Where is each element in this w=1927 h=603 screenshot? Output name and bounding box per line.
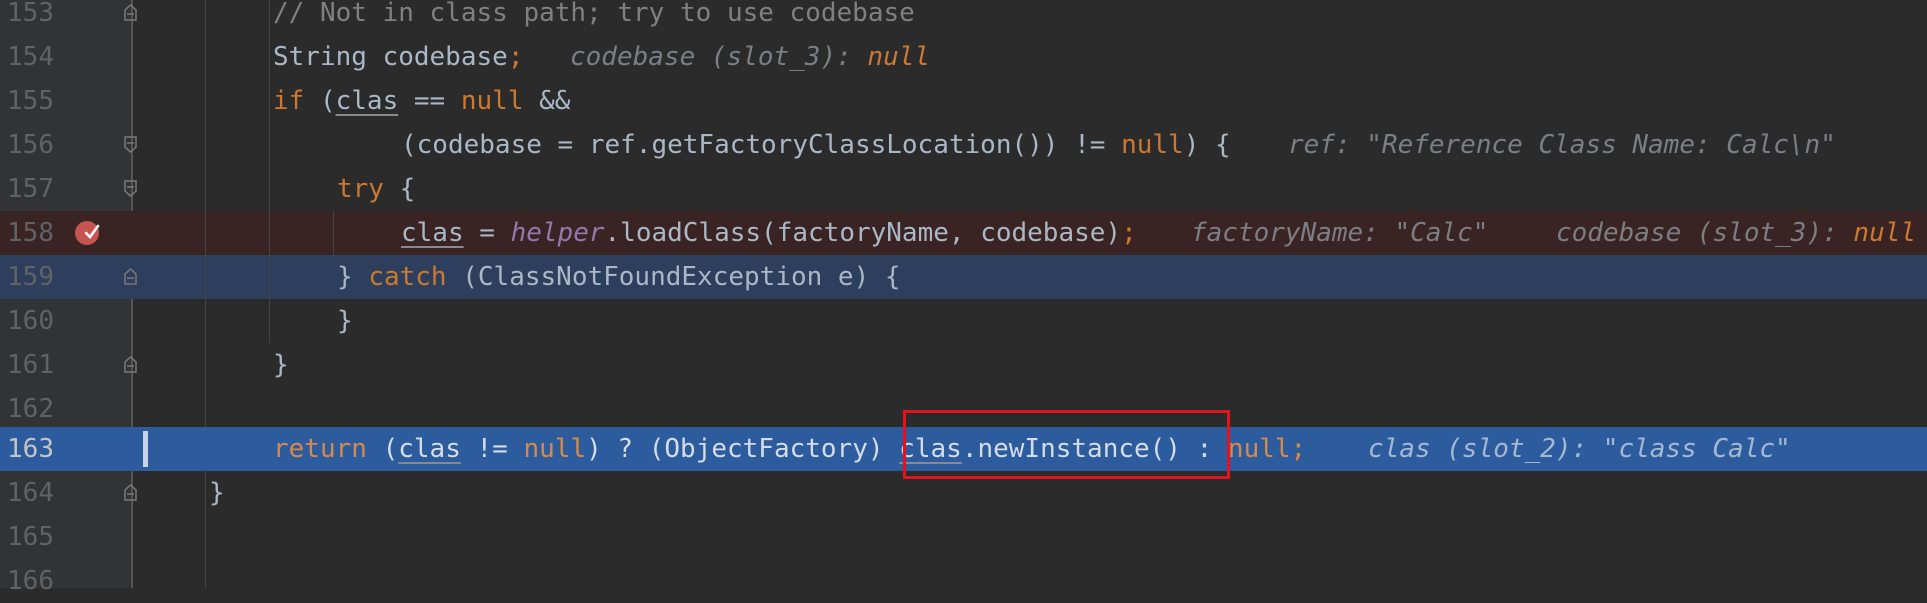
code-text: clas = helper.loadClass(factoryName, cod… [401, 218, 1137, 248]
code-line-154[interactable]: 154 String codebase; codebase (slot_3): … [0, 35, 1927, 79]
code-line-157[interactable]: 157 try { [0, 167, 1927, 211]
inline-debug-value: codebase (slot_3): null [570, 42, 931, 72]
execution-point-marker [143, 431, 148, 467]
code-text: try { [337, 174, 416, 204]
code-line-153[interactable]: 153 // Not in class path; try to use cod… [0, 0, 1927, 35]
code-text: } [209, 478, 225, 508]
line-number: 154 [7, 42, 54, 72]
code-comment: // Not in class path; try to use codebas… [273, 0, 915, 28]
line-number: 159 [7, 262, 54, 292]
code-text: } [273, 350, 289, 380]
code-text: } catch (ClassNotFoundException e) { [337, 262, 901, 292]
fold-marker-icon[interactable] [124, 4, 137, 21]
line-number: 157 [7, 174, 54, 204]
line-number: 160 [7, 306, 54, 336]
line-number: 155 [7, 86, 54, 116]
code-text: } [337, 306, 353, 336]
code-line-166[interactable]: 166 [0, 559, 1927, 603]
indent-guide [205, 0, 206, 427]
code-text: (codebase = ref.getFactoryClassLocation(… [401, 130, 1231, 160]
indent-guide [333, 211, 334, 255]
code-line-155[interactable]: 155 if (clas == null && [0, 79, 1927, 123]
line-number: 158 [7, 218, 54, 248]
line-number: 162 [7, 394, 54, 424]
code-editor[interactable]: 153 // Not in class path; try to use cod… [0, 0, 1927, 596]
line-number: 164 [7, 478, 54, 508]
inline-debug-value: codebase (slot_3): null [1556, 218, 1917, 248]
indent-guide [269, 0, 270, 343]
annotation-highlight-box [903, 410, 1230, 479]
line-number: 163 [7, 434, 54, 464]
fold-marker-icon[interactable] [124, 180, 137, 197]
inline-debug-value: factoryName: "Calc" [1191, 218, 1489, 248]
fold-marker-icon[interactable] [124, 356, 137, 373]
inline-debug-value: ref: "Reference Class Name: Calc\n" [1288, 130, 1836, 160]
code-line-160[interactable]: 160 } [0, 299, 1927, 343]
code-line-165[interactable]: 165 [0, 515, 1927, 559]
fold-marker-icon[interactable] [124, 136, 137, 153]
inline-debug-value: clas (slot_2): "class Calc" [1368, 434, 1791, 464]
indent-guide [205, 471, 206, 588]
code-line-161[interactable]: 161 } [0, 343, 1927, 387]
line-number: 156 [7, 130, 54, 160]
fold-marker-icon[interactable] [124, 484, 137, 501]
code-line-159[interactable]: 159 } catch (ClassNotFoundException e) { [0, 255, 1927, 299]
line-number: 161 [7, 350, 54, 380]
code-text: String codebase; [273, 42, 524, 72]
line-number: 165 [7, 522, 54, 552]
code-text: if (clas == null && [273, 86, 571, 116]
line-number: 166 [7, 566, 54, 596]
breakpoint-verified-icon[interactable] [74, 220, 100, 246]
code-line-156[interactable]: 156 (codebase = ref.getFactoryClassLocat… [0, 123, 1927, 167]
code-line-158-breakpoint[interactable]: 158 clas = helper.loadClass(factoryName,… [0, 211, 1927, 255]
fold-marker-icon[interactable] [124, 268, 137, 285]
line-number: 153 [7, 0, 54, 28]
